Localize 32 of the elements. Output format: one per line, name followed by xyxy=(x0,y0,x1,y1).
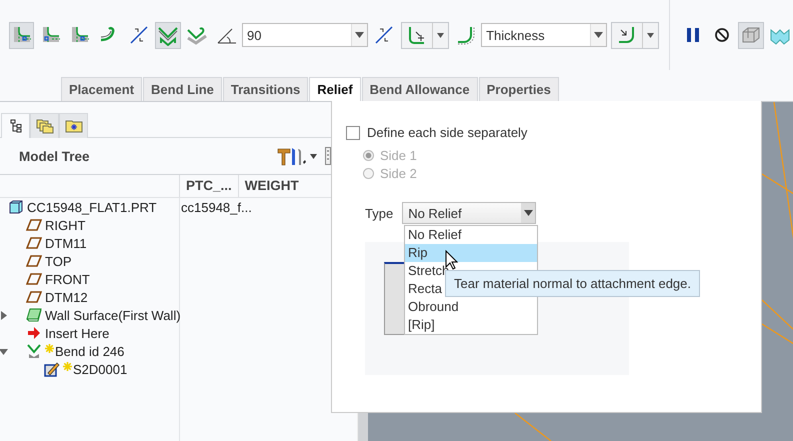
tree-item[interactable]: RIGHT xyxy=(45,218,86,232)
tree-item[interactable]: Bend id 246 xyxy=(55,344,124,358)
dropdown-field[interactable]: No Relief xyxy=(402,202,536,224)
tree-item[interactable]: Wall Surface(First Wall) xyxy=(45,308,181,322)
radio-label: Side 1 xyxy=(380,148,417,162)
dropdown-option[interactable]: [Rip] xyxy=(405,316,537,334)
tab[interactable]: Placement xyxy=(61,77,142,101)
dropdown-field[interactable]: 90 xyxy=(242,23,368,47)
tab[interactable]: Bend Line xyxy=(143,77,222,101)
column-header[interactable]: WEIGHT xyxy=(238,175,305,197)
tree-item[interactable]: Insert Here xyxy=(45,326,110,340)
checkbox-label: Define each side separately xyxy=(367,125,528,140)
tab[interactable]: Relief xyxy=(309,77,361,101)
tree-item[interactable]: S2D0001 xyxy=(73,362,128,376)
table-cell: cc15948_f... xyxy=(181,200,252,214)
tab[interactable]: Bend Allowance xyxy=(362,77,478,101)
dropdown-option[interactable]: Obround xyxy=(405,298,537,316)
tree-item[interactable]: TOP xyxy=(45,254,72,268)
column-header[interactable]: PTC_... xyxy=(179,175,238,197)
dropdown-option[interactable]: Rip xyxy=(405,244,537,262)
tree-item[interactable]: FRONT xyxy=(45,272,90,286)
dropdown-field[interactable]: Thickness xyxy=(481,23,607,47)
tree-item[interactable]: DTM11 xyxy=(45,236,87,250)
field-label: Type xyxy=(365,206,394,220)
tree-item[interactable]: DTM12 xyxy=(45,290,88,304)
tooltip: Tear material normal to attachment edge. xyxy=(445,270,700,297)
tab[interactable]: Properties xyxy=(478,77,559,101)
tree-item[interactable]: CC15948_FLAT1.PRT xyxy=(27,200,157,214)
panel-title: Model Tree xyxy=(19,148,91,164)
dropdown-option[interactable]: No Relief xyxy=(405,226,537,244)
tab[interactable]: Transitions xyxy=(222,77,308,101)
radio-label: Side 2 xyxy=(380,166,417,180)
